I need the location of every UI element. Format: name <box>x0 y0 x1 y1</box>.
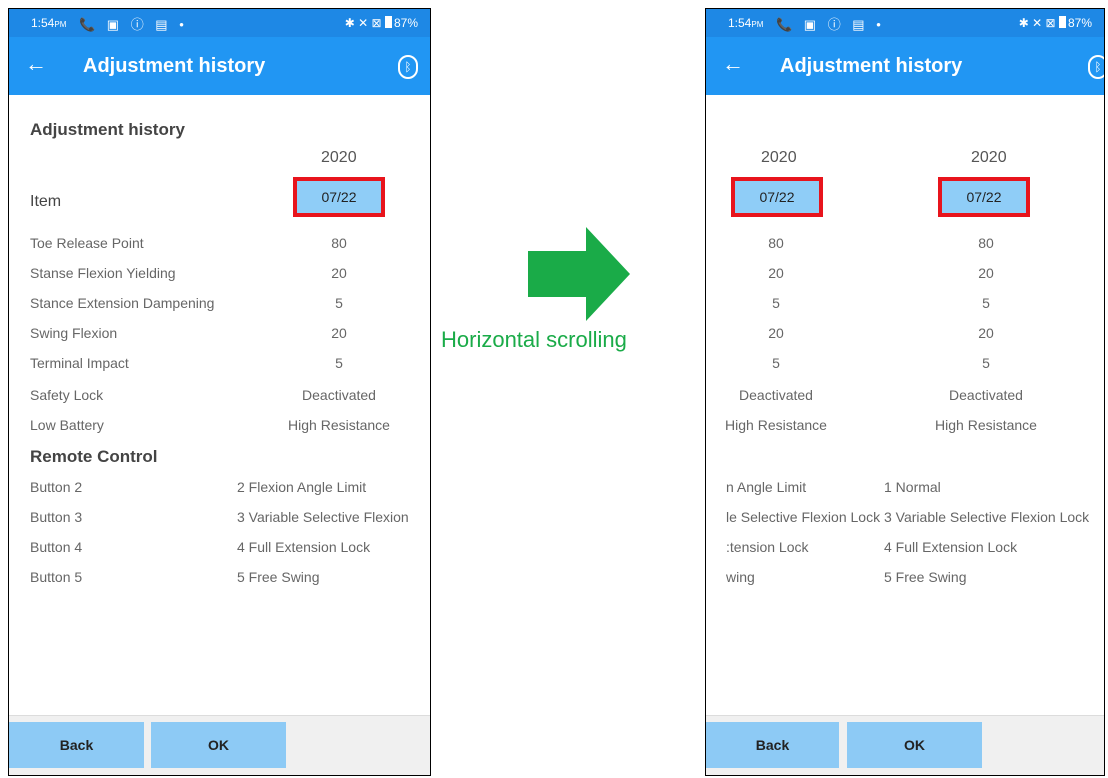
system-status-icons: ✱ ✕ ⊠ <box>344 16 382 30</box>
remote-button-value: 5 Free Swing <box>884 569 967 585</box>
remote-button-value: 3 Variable Selective Flexion Lock <box>884 509 1090 525</box>
item-label: Low Battery <box>30 417 104 433</box>
remote-button-value: 5 Free Swing <box>237 569 320 585</box>
bluetooth-icon[interactable]: ᛒ <box>398 55 418 79</box>
item-value: 5 <box>772 295 780 311</box>
app-bar: ← Adjustment history ᛒ <box>706 37 1104 95</box>
history-heading: Adjustment history <box>30 120 185 139</box>
system-icons: ✱ ✕ ⊠ 87% <box>345 16 418 30</box>
year-label: 2020 <box>971 149 1007 166</box>
remote-button-label: Button 5 <box>30 569 83 585</box>
notification-icons: 📞 ▣ ⓘ ▤ • <box>79 17 188 32</box>
item-value: Deactivated <box>949 387 1023 403</box>
page-title: Adjustment history <box>83 55 266 77</box>
system-icons: ✱ ✕ ⊠ 87% <box>1019 16 1092 30</box>
footer-bar: Back OK <box>9 715 430 775</box>
item-value: 20 <box>978 265 994 281</box>
item-value: High Resistance <box>935 417 1037 433</box>
item-value: High Resistance <box>288 417 390 433</box>
remote-button-value: 3 Variable Selective Flexion <box>237 509 409 525</box>
phone-screen-before: 1:54PM 📞 ▣ ⓘ ▤ • ✱ ✕ ⊠ 87% ← Adjustment … <box>8 8 431 776</box>
footer-bar: Back OK <box>706 715 1104 775</box>
battery-icon <box>384 16 392 28</box>
status-bar: 1:54PM 📞 ▣ ⓘ ▤ • ✱ ✕ ⊠ 87% <box>706 9 1104 37</box>
horizontal-scrolling-label: Horizontal scrolling <box>441 327 627 352</box>
remote-button-value: 4 Full Extension Lock <box>884 539 1018 555</box>
year-label: 2020 <box>321 149 357 166</box>
back-arrow-icon[interactable]: ← <box>25 51 47 77</box>
item-value: 5 <box>335 295 343 311</box>
status-time: 1:54PM <box>31 16 67 30</box>
phone-screen-after: 1:54PM 📞 ▣ ⓘ ▤ • ✱ ✕ ⊠ 87% ← Adjustment … <box>705 8 1105 776</box>
item-value: 5 <box>982 355 990 371</box>
item-label: Stanse Flexion Yielding <box>30 265 176 281</box>
item-value: 5 <box>772 355 780 371</box>
item-value: 80 <box>331 235 347 251</box>
remote-button-label: Button 4 <box>30 539 83 555</box>
item-value: Deactivated <box>739 387 813 403</box>
battery-percent: 87% <box>1067 16 1092 30</box>
item-value: 80 <box>978 235 994 251</box>
item-value: 20 <box>768 325 784 341</box>
back-button[interactable]: Back <box>706 722 839 768</box>
item-label: Swing Flexion <box>30 325 118 341</box>
remote-button-value: wing <box>726 569 755 585</box>
status-bar: 1:54PM 📞 ▣ ⓘ ▤ • ✱ ✕ ⊠ 87% <box>9 9 430 37</box>
item-label: Toe Release Point <box>30 235 144 251</box>
item-value: Deactivated <box>302 387 376 403</box>
item-value: 80 <box>768 235 784 251</box>
item-label: Terminal Impact <box>30 355 129 371</box>
remote-button-label: Button 3 <box>30 509 83 525</box>
page-title: Adjustment history <box>780 55 963 77</box>
item-label: Safety Lock <box>30 387 104 403</box>
remote-button-value: 1 Normal <box>884 479 941 495</box>
remote-button-label: Button 2 <box>30 479 83 495</box>
battery-percent: 87% <box>393 16 418 30</box>
item-value: 20 <box>978 325 994 341</box>
item-value: 20 <box>331 325 347 341</box>
notification-icons: 📞 ▣ ⓘ ▤ • <box>776 17 885 32</box>
bluetooth-icon[interactable]: ᛒ <box>1088 55 1104 79</box>
item-value: 20 <box>768 265 784 281</box>
ok-button[interactable]: OK <box>151 722 286 768</box>
remote-button-value: n Angle Limit <box>726 479 807 495</box>
right-arrow-icon <box>528 227 630 321</box>
item-label: Stance Extension Dampening <box>30 295 215 311</box>
back-button[interactable]: Back <box>9 722 144 768</box>
item-header: Item <box>30 193 62 210</box>
remote-control-heading: Remote Control <box>30 447 158 466</box>
year-label: 2020 <box>761 149 797 166</box>
remote-button-value: :tension Lock <box>726 539 809 555</box>
item-value: 20 <box>331 265 347 281</box>
status-time: 1:54PM <box>728 16 764 30</box>
date-column-header[interactable]: 07/22 <box>731 177 823 217</box>
back-arrow-icon[interactable]: ← <box>722 51 744 77</box>
item-value: 5 <box>335 355 343 371</box>
date-column-header[interactable]: 07/22 <box>293 177 385 217</box>
system-status-icons: ✱ ✕ ⊠ <box>1018 16 1056 30</box>
date-column-header[interactable]: 07/22 <box>938 177 1030 217</box>
remote-button-value: le Selective Flexion Lock <box>726 509 881 525</box>
battery-icon <box>1058 16 1066 28</box>
item-value: High Resistance <box>725 417 827 433</box>
remote-button-value: 2 Flexion Angle Limit <box>237 479 367 495</box>
app-bar: ← Adjustment history ᛒ <box>9 37 430 95</box>
ok-button[interactable]: OK <box>847 722 982 768</box>
item-value: 5 <box>982 295 990 311</box>
remote-button-value: 4 Full Extension Lock <box>237 539 371 555</box>
